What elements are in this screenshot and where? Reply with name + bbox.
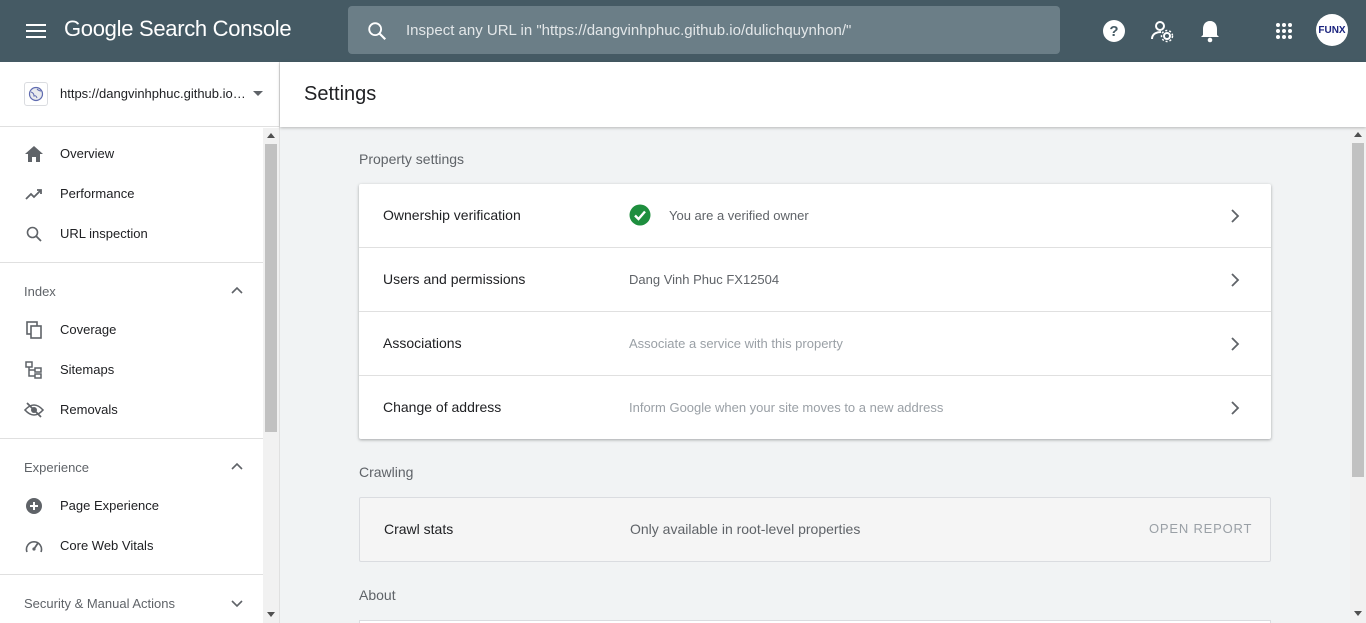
svg-text:?: ?	[1109, 23, 1118, 40]
property-settings-title: Property settings	[359, 151, 465, 167]
sidebar-item-core-web-vitals[interactable]: Core Web Vitals	[0, 526, 263, 566]
crawl-stats-label: Crawl stats	[384, 521, 454, 537]
chevron-up-icon	[228, 458, 246, 476]
sidebar-item-label: Removals	[60, 402, 118, 417]
sidebar-item-page-experience[interactable]: Page Experience	[0, 486, 263, 526]
scroll-down-arrow-icon[interactable]	[267, 612, 275, 617]
settings-row-users-and-permissions[interactable]: Users and permissions Dang Vinh Phuc FX1…	[359, 248, 1271, 312]
sidebar-item-label: Coverage	[60, 322, 117, 337]
scrollbar-thumb[interactable]	[1352, 143, 1364, 477]
row-label: Users and permissions	[383, 271, 526, 287]
sidebar-item-overview[interactable]: Overview	[0, 134, 263, 174]
row-label: Change of address	[383, 399, 502, 415]
chevron-down-icon	[228, 594, 246, 612]
main-content: Property settings Ownership verification…	[280, 127, 1350, 623]
chevron-up-icon	[228, 282, 246, 300]
divider	[0, 262, 263, 263]
sidebar-item-label: Overview	[60, 146, 115, 161]
trending-up-icon	[24, 184, 44, 204]
app-logo[interactable]: Google Search Console	[64, 16, 292, 42]
settings-row-associations[interactable]: Associations Associate a service with th…	[359, 312, 1271, 376]
crawl-stats-value: Only available in root-level properties	[630, 521, 861, 537]
crawling-title: Crawling	[359, 464, 414, 480]
chevron-right-icon	[1225, 398, 1245, 418]
chevron-right-icon	[1225, 334, 1245, 354]
sidebar-item-removals[interactable]: Removals	[0, 390, 263, 430]
property-url: https://dangvinhphuc.github.io/dulichquy…	[60, 86, 246, 101]
section-title: Experience	[24, 460, 90, 475]
sitemap-icon	[24, 360, 44, 380]
sidebar-item-label: Core Web Vitals	[60, 538, 154, 553]
main-scrollbar[interactable]	[1350, 127, 1366, 623]
divider	[0, 574, 263, 575]
visibility-off-icon	[24, 400, 44, 420]
section-title: Index	[24, 284, 56, 299]
globe-icon	[24, 82, 48, 106]
page-experience-icon	[24, 496, 44, 516]
sidebar-item-label: Performance	[60, 186, 135, 201]
page-title: Settings	[304, 83, 377, 105]
help-icon[interactable]: ?	[1100, 17, 1128, 45]
property-settings-card: Ownership verification You are a verifie…	[359, 184, 1271, 439]
manage-users-icon[interactable]	[1148, 17, 1176, 45]
crawl-stats-card: Crawl stats Only available in root-level…	[359, 497, 1271, 562]
row-value: Inform Google when your site moves to a …	[629, 400, 944, 415]
page-header: Settings	[280, 62, 1366, 127]
sidebar-item-coverage[interactable]: Coverage	[0, 310, 263, 350]
sidebar-section-index[interactable]: Index	[0, 270, 263, 310]
chevron-right-icon	[1225, 206, 1245, 226]
property-selector[interactable]: https://dangvinhphuc.github.io/dulichquy…	[0, 62, 279, 127]
menu-icon[interactable]	[22, 17, 50, 45]
row-value: You are a verified owner	[669, 208, 809, 223]
scroll-down-arrow-icon[interactable]	[1354, 611, 1362, 616]
account-avatar[interactable]: FUNX	[1316, 14, 1348, 46]
sidebar-scrollbar[interactable]	[263, 128, 279, 623]
chevron-right-icon	[1225, 270, 1245, 290]
about-title: About	[359, 587, 396, 603]
sidebar-item-sitemaps[interactable]: Sitemaps	[0, 350, 263, 390]
sidebar-nav: Overview Performance URL inspection Inde…	[0, 128, 263, 623]
row-label: Ownership verification	[383, 207, 521, 223]
coverage-icon	[24, 320, 44, 340]
section-title: Security & Manual Actions	[24, 596, 176, 611]
sidebar-section-security[interactable]: Security & Manual Actions	[0, 582, 263, 622]
url-inspection-search[interactable]	[348, 6, 1060, 54]
settings-row-change-of-address[interactable]: Change of address Inform Google when you…	[359, 376, 1271, 440]
sidebar-item-performance[interactable]: Performance	[0, 174, 263, 214]
sidebar-item-url-inspection[interactable]: URL inspection	[0, 214, 263, 254]
notifications-icon[interactable]	[1196, 17, 1224, 45]
sidebar-item-label: URL inspection	[60, 226, 148, 241]
home-icon	[24, 144, 44, 164]
settings-row-ownership-verification[interactable]: Ownership verification You are a verifie…	[359, 184, 1271, 248]
sidebar-item-label: Page Experience	[60, 498, 160, 513]
open-report-button[interactable]: OPEN REPORT	[1149, 521, 1252, 536]
top-app-bar: Google Search Console ? FUNX	[0, 0, 1366, 62]
speed-gauge-icon	[24, 536, 44, 556]
divider	[0, 438, 263, 439]
row-value: Associate a service with this property	[629, 336, 843, 351]
scrollbar-thumb[interactable]	[265, 144, 277, 432]
dropdown-caret-icon[interactable]	[253, 91, 263, 96]
search-icon	[366, 20, 388, 42]
apps-grid-icon[interactable]	[1270, 17, 1298, 45]
sidebar: https://dangvinhphuc.github.io/dulichquy…	[0, 62, 280, 623]
sidebar-section-experience[interactable]: Experience	[0, 446, 263, 486]
scroll-up-arrow-icon[interactable]	[1354, 132, 1362, 137]
search-input[interactable]	[406, 16, 1036, 44]
scroll-up-arrow-icon[interactable]	[267, 133, 275, 138]
search-icon	[24, 224, 44, 244]
verified-check-icon	[629, 204, 651, 226]
row-label: Associations	[383, 335, 462, 351]
row-value: Dang Vinh Phuc FX12504	[629, 272, 780, 287]
sidebar-item-label: Sitemaps	[60, 362, 115, 377]
